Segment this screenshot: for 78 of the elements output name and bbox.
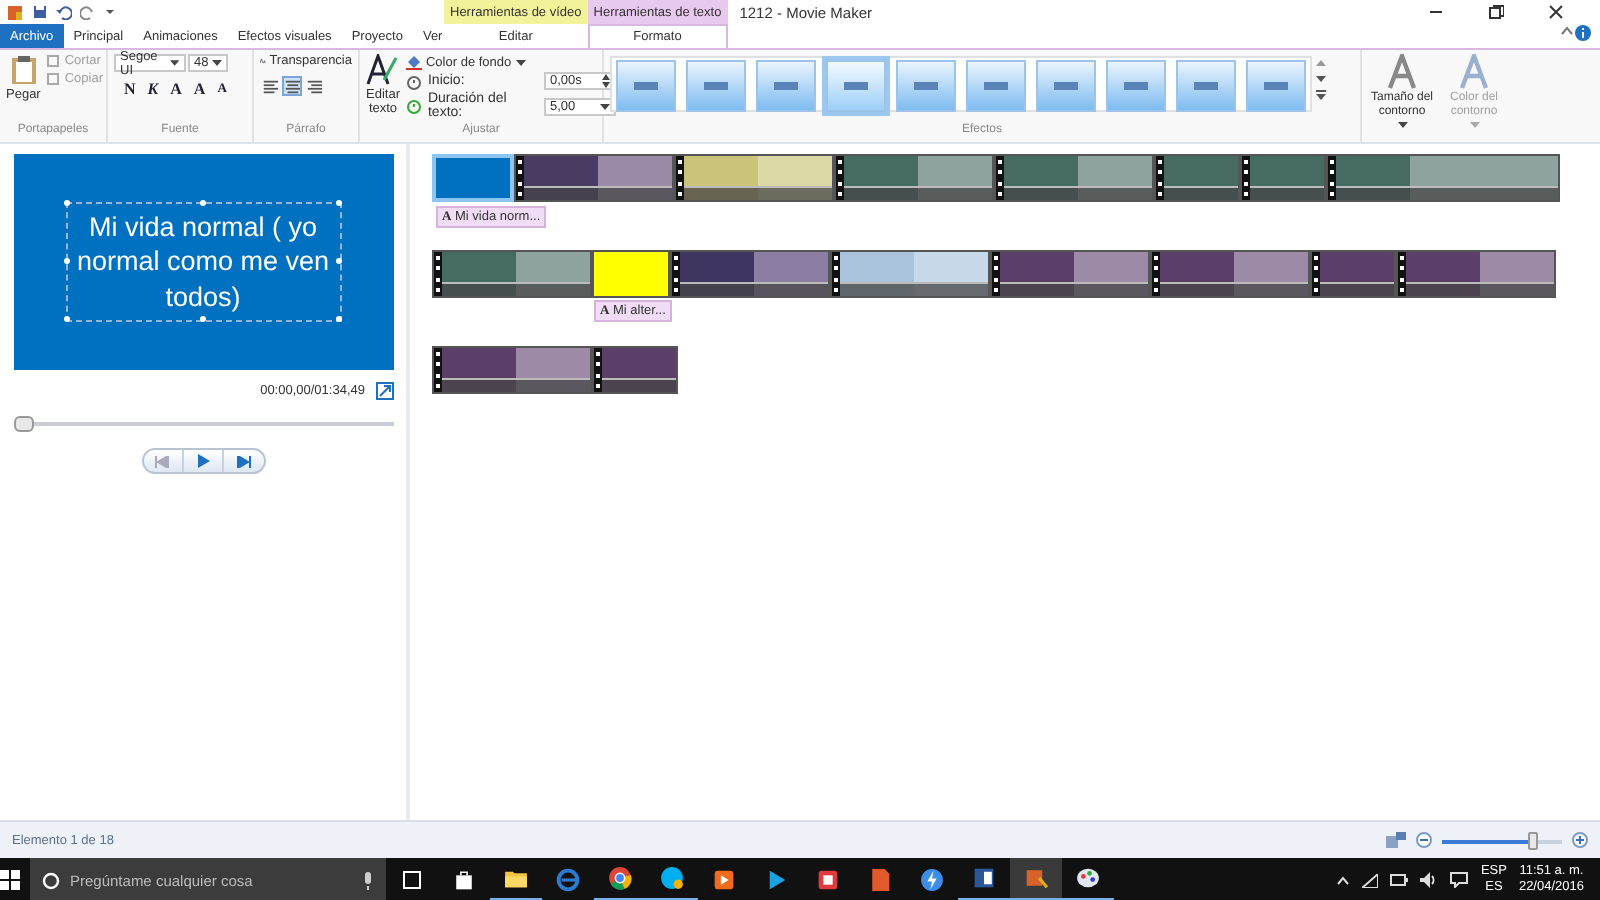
copy-icon [46, 72, 61, 86]
battery-icon[interactable] [1390, 874, 1409, 886]
effect-thumbnail[interactable] [826, 60, 886, 112]
speaker-icon[interactable] [1420, 872, 1439, 888]
outlined-letter-icon [1458, 54, 1490, 90]
video-clip[interactable] [432, 250, 592, 298]
video-clip[interactable] [990, 250, 1150, 298]
grow-font-button[interactable]: A [189, 80, 210, 98]
effect-thumbnail[interactable] [966, 60, 1026, 112]
zoom-out-icon[interactable] [1416, 832, 1432, 848]
align-button[interactable] [282, 76, 302, 96]
scroll-down-icon[interactable] [1316, 74, 1326, 84]
effect-thumbnail[interactable] [686, 60, 746, 112]
close-icon[interactable] [1548, 4, 1564, 20]
caret-icon [1469, 121, 1479, 130]
font-color-button[interactable]: A [166, 80, 186, 98]
effect-thumbnail[interactable] [1036, 60, 1096, 112]
caret-icon [515, 57, 526, 67]
seek-slider[interactable] [13, 416, 393, 432]
video-clip[interactable] [1240, 154, 1326, 202]
video-clip[interactable] [592, 346, 678, 394]
effect-thumbnail[interactable] [616, 60, 676, 112]
pen-letter-icon [366, 54, 399, 86]
video-clip[interactable] [674, 154, 834, 202]
effect-thumbnail[interactable] [1246, 60, 1306, 112]
windows-logo-icon[interactable] [0, 870, 20, 890]
outlined-letter-icon [1386, 54, 1418, 90]
circle-icon[interactable] [42, 871, 60, 889]
undo-icon[interactable] [56, 4, 72, 20]
paint-bucket-icon [405, 54, 422, 70]
clipboard-icon [9, 54, 38, 86]
caret-icon [212, 58, 222, 68]
network-icon[interactable] [1362, 873, 1379, 887]
video-clip[interactable] [1396, 250, 1556, 298]
video-clip[interactable] [514, 154, 674, 202]
stopwatch-icon [405, 73, 422, 89]
stopwatch-icon [405, 98, 422, 114]
spin-arrows-icon [601, 74, 610, 88]
step-forward-icon [235, 455, 251, 467]
expand-gallery-icon[interactable] [1316, 90, 1326, 102]
effect-thumbnail[interactable] [1176, 60, 1236, 112]
thumbnail-size-icon[interactable] [1386, 832, 1406, 848]
effect-thumbnail[interactable] [756, 60, 816, 112]
zoom-slider[interactable] [1442, 831, 1562, 849]
video-clip[interactable] [1310, 250, 1396, 298]
help-icon[interactable] [1574, 24, 1592, 42]
video-clip[interactable] [432, 346, 592, 394]
video-clip[interactable] [834, 154, 994, 202]
effect-thumbnail[interactable] [896, 60, 956, 112]
italic-button[interactable]: K [143, 80, 163, 98]
video-clip[interactable] [1154, 154, 1240, 202]
align-button[interactable] [260, 76, 280, 96]
video-clip[interactable] [1326, 154, 1560, 202]
bold-button[interactable]: N [120, 80, 140, 98]
app-icon [6, 3, 24, 21]
caret-icon[interactable] [104, 6, 116, 18]
caret-icon [170, 58, 180, 68]
scroll-up-icon[interactable] [1316, 58, 1326, 68]
redo-icon[interactable] [80, 4, 96, 20]
caret-icon [1397, 121, 1407, 130]
video-clip[interactable] [1150, 250, 1310, 298]
chevron-up-icon[interactable] [1336, 875, 1351, 885]
notification-icon[interactable] [1450, 872, 1469, 888]
video-clip[interactable] [994, 154, 1154, 202]
fullscreen-icon[interactable] [375, 382, 393, 400]
caret-icon [599, 101, 610, 111]
align-button[interactable] [304, 76, 324, 96]
restore-icon[interactable] [1488, 4, 1504, 20]
collapse-icon[interactable] [1560, 24, 1574, 38]
zoom-in-icon[interactable] [1572, 832, 1588, 848]
video-clip[interactable] [830, 250, 990, 298]
step-back-icon [154, 455, 170, 467]
scissors-icon [46, 54, 61, 68]
play-icon [195, 454, 209, 468]
microphone-icon[interactable] [362, 871, 374, 889]
effect-thumbnail[interactable] [1106, 60, 1166, 112]
video-clip[interactable] [670, 250, 830, 298]
save-icon[interactable] [32, 4, 48, 20]
